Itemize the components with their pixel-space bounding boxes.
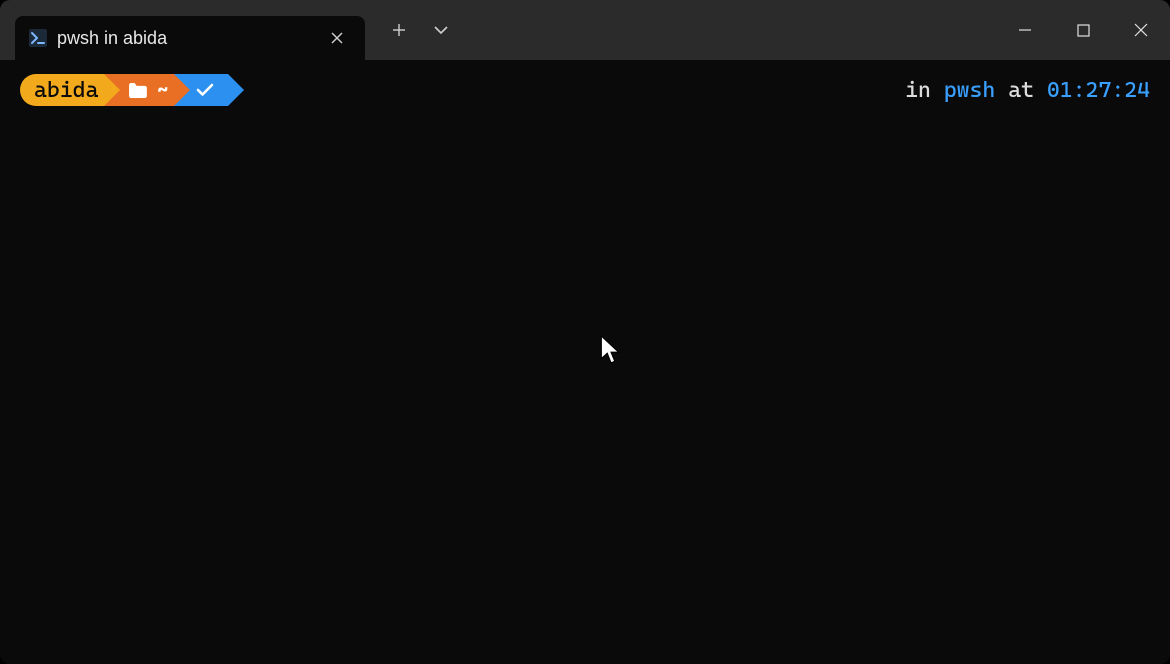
chevron-down-icon <box>434 26 448 34</box>
cursor-icon <box>600 335 622 365</box>
prompt-user-text: abida <box>34 78 98 103</box>
status-shell: pwsh <box>944 78 996 103</box>
status-mid: at <box>995 78 1047 103</box>
window-caption-controls <box>996 8 1170 53</box>
tab-title: pwsh in abida <box>57 28 313 49</box>
plus-icon <box>392 23 406 37</box>
tab-dropdown-button[interactable] <box>421 13 461 47</box>
close-icon <box>331 32 343 44</box>
powershell-icon <box>29 29 47 47</box>
prompt-user-segment: abida <box>20 74 104 106</box>
minimize-button[interactable] <box>996 8 1054 53</box>
prompt-left-segments: abida ~ <box>20 74 228 106</box>
check-icon <box>196 83 214 97</box>
titlebar-actions <box>379 13 461 47</box>
status-time: 01:27:24 <box>1047 78 1150 103</box>
terminal-body[interactable]: abida ~ in pwsh at 01:27:24 <box>0 60 1170 664</box>
new-tab-button[interactable] <box>379 13 419 47</box>
titlebar: pwsh in abida <box>0 0 1170 60</box>
minimize-icon <box>1018 23 1032 37</box>
maximize-icon <box>1077 24 1090 37</box>
folder-icon <box>128 83 147 98</box>
prompt-right-status: in pwsh at 01:27:24 <box>905 78 1150 103</box>
maximize-button[interactable] <box>1054 8 1112 53</box>
prompt-path-text: ~ <box>157 80 168 101</box>
close-window-button[interactable] <box>1112 8 1170 53</box>
prompt-line: abida ~ in pwsh at 01:27:24 <box>20 74 1150 106</box>
terminal-window: pwsh in abida <box>0 0 1170 664</box>
tab-close-button[interactable] <box>323 24 351 52</box>
status-prefix: in <box>905 78 944 103</box>
tab-active[interactable]: pwsh in abida <box>15 16 365 60</box>
close-icon <box>1134 23 1148 37</box>
